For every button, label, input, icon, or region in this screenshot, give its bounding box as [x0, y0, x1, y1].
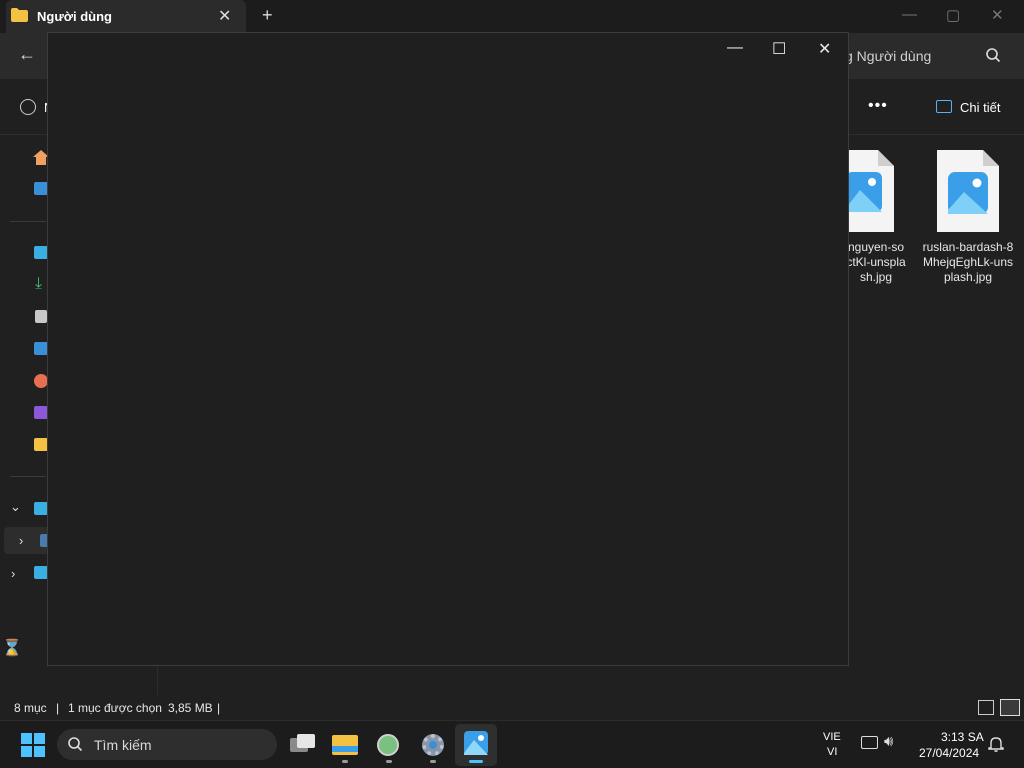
videos-icon[interactable]	[34, 406, 48, 419]
file-name: ruslan-bardash-8	[922, 240, 1014, 254]
dialog-minimize-button[interactable]: —	[727, 39, 743, 57]
photos-icon	[464, 731, 488, 755]
window-close-button[interactable]: ✕	[991, 6, 1004, 24]
selected-size: 3,85 MB	[168, 701, 213, 715]
window-maximize-button[interactable]: ▢	[946, 6, 960, 24]
media-app-taskbar-button[interactable]	[373, 730, 405, 760]
details-view-icon[interactable]	[978, 700, 994, 715]
details-button-label[interactable]: Chi tiết	[960, 100, 1000, 115]
large-icons-view-icon[interactable]	[1000, 699, 1020, 716]
settings-gear-center	[429, 741, 437, 749]
image-file-icon[interactable]	[937, 150, 999, 232]
empty-app-window[interactable]	[47, 32, 849, 666]
dialog-close-button[interactable]: ✕	[818, 39, 831, 59]
gallery-icon[interactable]	[34, 182, 48, 195]
media-app-icon	[377, 734, 399, 756]
running-indicator	[430, 760, 436, 763]
input-method[interactable]: VI	[827, 746, 837, 758]
active-indicator	[469, 760, 483, 763]
file-explorer-icon	[332, 735, 358, 755]
music-icon[interactable]	[34, 374, 48, 388]
file-name: MhejqEghLk-uns	[922, 255, 1014, 269]
dialog-maximize-button[interactable]: ☐	[772, 39, 786, 59]
running-indicator	[386, 760, 392, 763]
running-indicator	[342, 760, 348, 763]
settings-taskbar-button[interactable]	[417, 730, 449, 760]
desktop-icon[interactable]	[34, 246, 48, 259]
chevron-right-icon[interactable]: ›	[19, 533, 23, 548]
chevron-down-icon[interactable]: ⌄	[10, 499, 21, 515]
file-explorer-icon-band	[332, 746, 358, 752]
sidebar-divider	[10, 221, 46, 222]
windows-start-icon[interactable]	[21, 733, 45, 757]
status-separator: |	[217, 701, 221, 715]
back-button[interactable]: ←	[18, 44, 36, 65]
more-options-button[interactable]: •••	[868, 97, 888, 115]
chevron-right-icon[interactable]: ›	[11, 566, 15, 581]
sidebar-divider	[10, 476, 46, 477]
status-separator: |	[56, 701, 60, 715]
tab-close-button[interactable]: ✕	[218, 6, 231, 26]
file-item[interactable]: ruslan-bardash-8 MhejqEghLk-uns plash.jp…	[918, 240, 1018, 285]
new-tab-button[interactable]: +	[262, 5, 273, 26]
folder-icon[interactable]	[34, 438, 48, 451]
file-explorer-taskbar-button[interactable]	[329, 730, 361, 760]
network-icon[interactable]	[861, 736, 878, 749]
notification-bell-icon[interactable]	[988, 736, 1004, 752]
volume-icon[interactable]: 🔊︎	[884, 733, 893, 750]
folder-icon	[11, 8, 28, 22]
this-pc-icon[interactable]	[34, 502, 48, 515]
documents-icon[interactable]	[35, 310, 47, 323]
search-icon	[68, 737, 83, 752]
pictures-icon[interactable]	[34, 342, 48, 355]
tab-title: Người dùng	[37, 9, 112, 24]
item-count: 8 mục	[14, 701, 47, 715]
details-pane-icon[interactable]	[936, 100, 952, 113]
task-view-button[interactable]	[287, 730, 319, 760]
search-icon[interactable]	[985, 47, 1001, 63]
selected-count: 1 mục được chọn	[68, 701, 162, 715]
input-language[interactable]: VIE	[823, 731, 841, 743]
search-input[interactable]: g Người dùng	[845, 48, 931, 64]
taskbar-search-input[interactable]: Tìm kiếm	[94, 737, 152, 753]
file-name: plash.jpg	[943, 270, 993, 284]
network-icon[interactable]	[34, 566, 48, 579]
busy-cursor-icon: ⌛	[2, 640, 22, 657]
new-icon[interactable]	[20, 99, 36, 115]
clock-date[interactable]: 27/04/2024	[919, 746, 979, 760]
taskbar-search-box[interactable]	[57, 729, 277, 760]
downloads-icon[interactable]: ⤓	[35, 276, 42, 292]
window-minimize-button[interactable]: —	[902, 6, 917, 23]
clock-time[interactable]: 3:13 SA	[941, 730, 984, 744]
task-view-icon	[297, 734, 315, 748]
